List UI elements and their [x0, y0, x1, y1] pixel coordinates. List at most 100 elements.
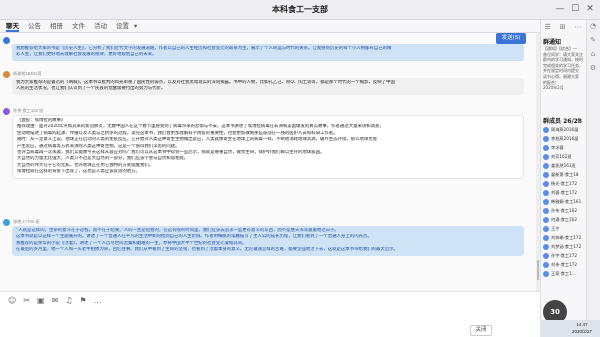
member-item[interactable]: 杨光·食工172 [543, 179, 587, 188]
message-input-area[interactable]: ☺ ✂ ▣ ✉ ♫ ⚑ … 关闭 [0, 291, 540, 337]
member-avatar [543, 216, 549, 223]
member-item[interactable]: 韩雅娟·食工161 [543, 197, 587, 206]
maximize-icon[interactable]: ☐ [569, 3, 581, 15]
tab-more-dropdown[interactable]: ▾ [134, 21, 137, 32]
system-clock: 14:47 2020/2/27 [566, 321, 598, 335]
notice-title: 群通知 [543, 39, 562, 46]
member-avatar [543, 225, 549, 232]
message-bubble[interactable]: 《血疫：埃博拉的故事》 推荐理由：面对2020年突如其来的新冠肺炎，无数中国人在这… [12, 115, 524, 179]
message-bubble[interactable]: “人就是这样的，生命的意义在于过程，而不在于结果。”人的一生是短暂的，在这有限的… [12, 226, 524, 256]
tab-activity[interactable]: 活动 [94, 21, 107, 32]
message-sender[interactable]: 孙伟 食工162 班 [13, 108, 43, 114]
message-line: 在最后的岁月里，他一个人和一头老牛相依为命，回忆往事。我们从中看到了生命的坚韧，… [16, 247, 398, 253]
member-avatar [543, 198, 549, 205]
clock-icon[interactable]: ◔ [590, 22, 596, 30]
member-name: 王家·食工1... [551, 270, 576, 276]
apps-icon[interactable]: ⊞ [560, 23, 566, 31]
member-avatar [543, 126, 549, 133]
member-name: 李冰蓉 [551, 144, 564, 150]
member-item[interactable]: 刘梦涵·食工172 [543, 242, 587, 251]
message-bubble[interactable]: 我为大家推荐的是鲁迅的《呐喊》。这本书以批判的目光审视了国民性的弱点，以及对社会… [12, 78, 524, 95]
member-item[interactable]: 李旭燕2016届 [543, 134, 587, 143]
member-name: 杨光·食工172 [551, 180, 578, 186]
avatar[interactable] [3, 218, 10, 226]
mail-icon[interactable]: ✉ [52, 296, 59, 306]
member-avatar [543, 252, 549, 259]
close-button[interactable]: 关闭 [470, 325, 492, 336]
member-name: 刘伟·食工172 [551, 261, 578, 267]
member-avatar [543, 207, 549, 214]
member-avatar [543, 243, 549, 250]
app-window: 本科食工一支部 — ☐ ✕ 聊天 公告 相册 文件 活动 设置 ▾ 我想推荐给大… [0, 0, 600, 337]
search-icon[interactable]: ⌕ [577, 116, 580, 124]
window-title: 本科食工一支部 [272, 5, 328, 14]
member-avatar [543, 153, 549, 160]
notice-body[interactable]: 【通知】【综合】一 各位同学：请大家关注 群内的学习通知，按时 完成相关的学习任… [543, 46, 585, 91]
member-avatar [543, 144, 549, 151]
more-icon[interactable]: ⋯ [575, 23, 582, 31]
member-list: 周海燕2016届 李旭燕2016届 李冰蓉刘芳162班 姜凯然161班 翟新第·食工18… [543, 125, 587, 278]
member-name: 孙伟·食工162 [551, 207, 578, 213]
flag-icon[interactable]: ⚑ [79, 296, 86, 306]
home-icon[interactable]: ⌂ [591, 50, 595, 58]
member-item[interactable]: 刘芳162班 [543, 152, 587, 161]
member-item[interactable]: 何通·食工162 [543, 215, 587, 224]
screenshot-icon[interactable]: ✂ [23, 296, 30, 306]
member-item[interactable]: 姜凯然161班 [543, 161, 587, 170]
member-name: 刘梓瑜·食工172 [551, 234, 582, 240]
gear-icon[interactable]: ⚙ [590, 64, 596, 72]
member-item[interactable]: 周海燕2016届 [543, 125, 587, 134]
member-name: 王宁 [551, 225, 560, 231]
member-name: 翟新第·食工18 [551, 171, 579, 177]
window-controls: — ☐ ✕ [554, 3, 596, 15]
chat-message[interactable]: 孙伟 食工162 班《血疫：埃博拉的故事》 推荐理由：面对2020年突如其来的新冠… [3, 107, 524, 179]
music-icon[interactable]: ♫ [65, 296, 72, 306]
member-item[interactable]: 孙宇·食工172 [543, 251, 587, 260]
message-bubble[interactable]: 我想推荐给大家的书是《历史人生》，它分析了我们近代文学的发展道路，作者以自己的人… [12, 44, 524, 61]
edit-icon[interactable]: ✎ [590, 36, 596, 44]
menu-icon[interactable]: ☰ [544, 23, 550, 31]
input-toolbar: ☺ ✂ ▣ ✉ ♫ ⚑ … [8, 296, 102, 306]
chat-scrollbar-thumb[interactable] [537, 260, 539, 280]
member-item[interactable]: 刘伟·食工172 [543, 260, 587, 269]
member-name: 孙宇·食工172 [551, 252, 578, 258]
tab-notice[interactable]: 公告 [28, 21, 41, 32]
member-item[interactable]: 刘蓉·食工172 [543, 188, 587, 197]
minimize-icon[interactable]: — [554, 3, 566, 15]
avatar[interactable] [3, 36, 10, 44]
more-icon[interactable]: … [94, 296, 102, 306]
member-avatar [543, 180, 549, 187]
message-sender[interactable]: 杨俊柏18401班 [13, 71, 41, 77]
notice-line: 读书心得。谢谢大家 [543, 73, 579, 79]
member-avatar [543, 261, 549, 268]
chat-message[interactable]: 杨俊柏18401班 我为大家推荐的是鲁迅的《呐喊》。这本书以批判的目光审视了国民性… [3, 70, 524, 95]
message-meta: 孙伟 食工162 班 [3, 107, 524, 115]
message-sender[interactable]: 张晓 17702 班 [13, 219, 40, 225]
chat-history[interactable]: 我想推荐给大家的书是《历史人生》，它分析了我们近代文学的发展道路，作者以自己的人… [0, 33, 536, 291]
avatar[interactable] [3, 70, 10, 78]
tab-album[interactable]: 相册 [50, 21, 63, 32]
member-item[interactable]: 王家·食工1... [543, 269, 587, 278]
member-item[interactable]: 刘梓瑜·食工172 [543, 233, 587, 242]
member-item[interactable]: 李冰蓉 [543, 143, 587, 152]
send-button[interactable]: 发送(S) [496, 33, 526, 44]
close-icon[interactable]: ✕ [584, 3, 596, 15]
tab-chat[interactable]: 聊天 [6, 21, 19, 32]
member-item[interactable]: 翟新第·食工18 [543, 170, 587, 179]
tab-files[interactable]: 文件 [72, 21, 85, 32]
avatar[interactable] [3, 107, 10, 115]
chat-message[interactable]: 张晓 17702 班 “人就是这样的，生命的意义在于过程，而不在于结果。”人的一生… [3, 218, 524, 256]
member-avatar [543, 270, 549, 277]
member-item[interactable]: 王宁 [543, 224, 587, 233]
member-name: 姜凯然161班 [551, 162, 576, 168]
member-name: 李旭燕2016届 [551, 135, 579, 141]
member-avatar [543, 189, 549, 196]
image-icon[interactable]: ▣ [37, 296, 45, 306]
emoji-icon[interactable]: ☺ [8, 296, 16, 306]
member-avatar [543, 162, 549, 169]
sidebar-toolbar: ☰ ⊞ ⋯ [540, 20, 586, 34]
message-meta: 杨俊柏18401班 [3, 70, 524, 78]
member-item[interactable]: 孙伟·食工162 [543, 206, 587, 215]
tab-settings[interactable]: 设置 [116, 21, 129, 32]
chat-message[interactable]: 我想推荐给大家的书是《历史人生》，它分析了我们近代文学的发展道路，作者以自己的人… [3, 36, 524, 61]
